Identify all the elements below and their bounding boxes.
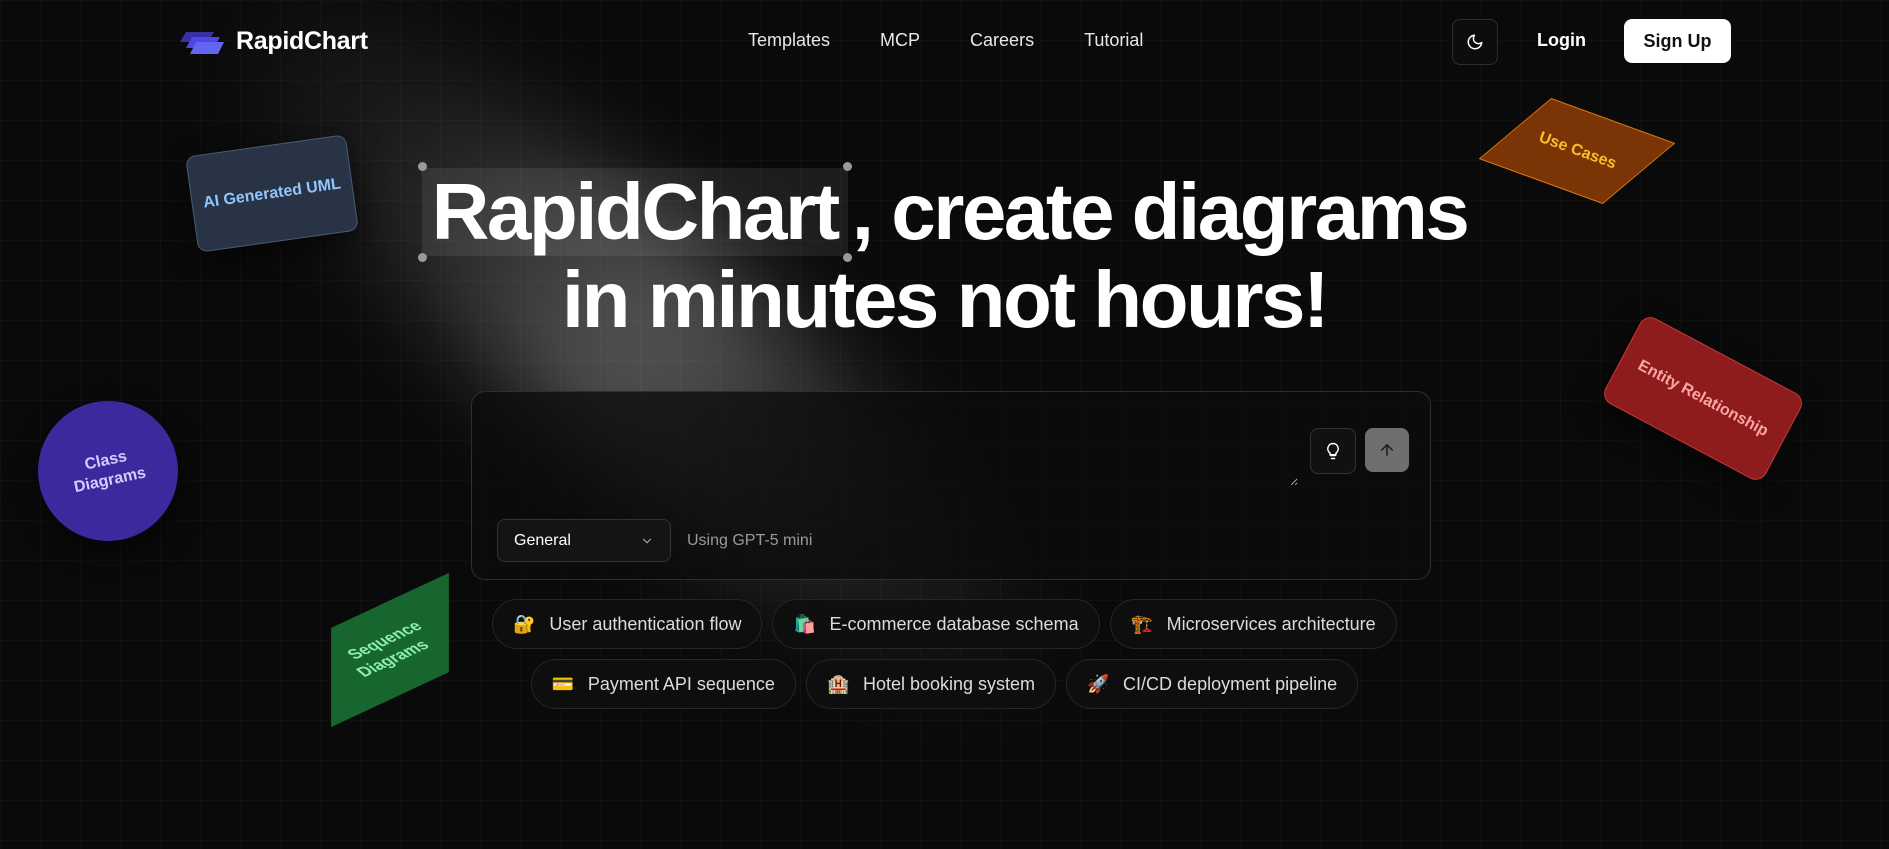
top-nav: RapidChart Templates MCP Careers Tutoria… [0, 0, 1889, 84]
nav-templates[interactable]: Templates [748, 30, 830, 51]
suggestion-chip[interactable]: 🛍️ E-commerce database schema [772, 599, 1100, 649]
logo[interactable]: RapidChart [180, 22, 368, 60]
brand-name: RapidChart [236, 26, 368, 55]
suggestion-chip[interactable]: 🔐 User authentication flow [492, 599, 763, 649]
chip-row: 💳 Payment API sequence 🏨 Hotel booking sys… [0, 659, 1889, 709]
chip-label: Payment API sequence [587, 673, 775, 694]
suggestion-chip[interactable]: 🏨 Hotel booking system [805, 659, 1057, 709]
model-label: Using GPT-5 mini [687, 532, 813, 549]
chip-label: Microservices architecture [1166, 613, 1376, 634]
chip-label: User authentication flow [549, 613, 742, 634]
signup-button[interactable]: Sign Up [1624, 19, 1731, 63]
chip-row: 🔐 User authentication flow 🛍️ E-commerce d… [0, 599, 1889, 649]
suggestion-chips: 🔐 User authentication flow 🛍️ E-commerce d… [0, 599, 1889, 719]
hero-line-1-rest: , create diagrams [851, 167, 1470, 256]
logo-icon [180, 32, 224, 54]
rocket-icon: 🚀 [1087, 673, 1110, 694]
selection-handle [842, 253, 852, 262]
nav-mcp[interactable]: MCP [880, 30, 920, 51]
suggestion-chip[interactable]: 🚀 CI/CD deployment pipeline [1066, 659, 1359, 709]
hotel-icon: 🏨 [826, 673, 850, 694]
hero-highlight: RapidChart [431, 167, 841, 256]
select-value: General [514, 531, 571, 549]
construction-icon: 🏗️ [1130, 613, 1153, 634]
moon-icon [1467, 34, 1483, 50]
use-cases-label: Use Cases [1536, 128, 1619, 173]
selection-handle [417, 162, 427, 171]
nav-tutorial[interactable]: Tutorial [1084, 30, 1143, 51]
lock-icon: 🔐 [513, 613, 536, 634]
credit-card-icon: 💳 [551, 673, 575, 694]
idea-button[interactable] [1310, 428, 1356, 474]
highlight-box: RapidChart [417, 162, 852, 262]
lightbulb-icon [1327, 442, 1339, 460]
nav-careers[interactable]: Careers [970, 30, 1034, 51]
nav-links: Templates MCP Careers Tutorial [748, 30, 1143, 51]
selection-handle [842, 162, 852, 171]
suggestion-chip[interactable]: 💳 Payment API sequence [530, 659, 796, 709]
prompt-input[interactable] [494, 412, 1298, 486]
hero-line-2: in minutes not hours! [561, 255, 1330, 344]
chip-label: Hotel booking system [862, 673, 1036, 694]
class-line-2: Diagrams [72, 464, 148, 497]
chevron-down-icon [642, 538, 652, 543]
prompt-box: General Using GPT-5 mini [471, 391, 1431, 580]
suggestion-chip[interactable]: 🏗️ Microservices architecture [1109, 599, 1397, 649]
shopping-bags-icon: 🛍️ [793, 613, 816, 634]
login-button[interactable]: Login [1537, 30, 1586, 51]
selection-handle [417, 253, 427, 262]
chip-label: E-commerce database schema [829, 613, 1079, 634]
theme-toggle-button[interactable] [1452, 19, 1498, 65]
send-button[interactable] [1365, 428, 1409, 472]
diagram-type-select[interactable]: General [497, 519, 671, 562]
chip-label: CI/CD deployment pipeline [1123, 673, 1338, 694]
arrow-up-icon [1381, 444, 1393, 456]
